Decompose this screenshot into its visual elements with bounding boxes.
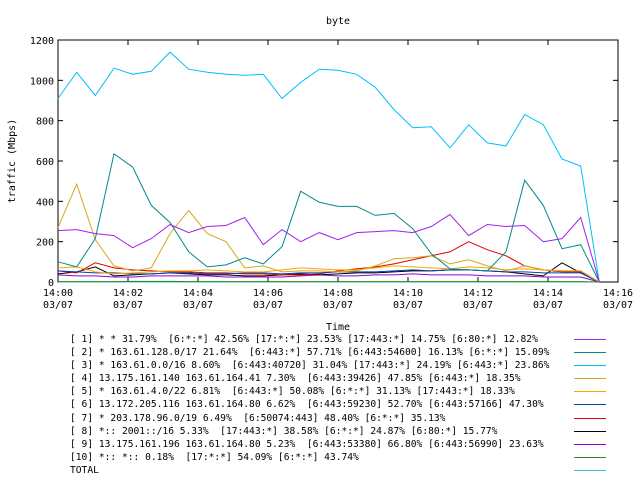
legend-swatch — [574, 378, 606, 380]
x-tick-label: 14:10 — [393, 288, 423, 299]
legend-entry: [ 7] * 203.178.96.0/19 6.49% [6:50074:44… — [70, 412, 630, 425]
legend-label: TOTAL — [70, 464, 99, 476]
legend-entry: TOTAL — [70, 464, 630, 477]
x-tick-label: 14:02 — [113, 288, 143, 299]
legend-entry: [ 3] * 163.61.0.0/16 8.60% [6:443:40720]… — [70, 359, 630, 372]
legend-swatch — [574, 404, 606, 406]
legend-label: [ 6] 13.172.205.116 163.61.164.80 6.62% … — [70, 399, 544, 411]
legend-swatch — [574, 456, 606, 458]
x-tick-label: 03/07 — [253, 300, 283, 311]
legend-entry: [ 1] * * 31.79% [6:*:*] 42.56% [17:*:*] … — [70, 333, 630, 346]
y-tick-label: 200 — [36, 238, 54, 249]
x-tick-label: 14:00 — [43, 288, 73, 299]
y-tick-label: 600 — [36, 157, 54, 168]
legend-label: [ 2] * 163.61.128.0/17 21.64% [6:443:*] … — [70, 347, 550, 359]
legend-swatch — [574, 339, 606, 340]
legend-swatch — [574, 417, 606, 419]
x-tick-label: 03/07 — [393, 300, 423, 311]
y-tick-label: 1200 — [30, 36, 54, 47]
legend-entry: [ 8] *:: 2001::/16 5.33% [17:443:*] 38.5… — [70, 425, 630, 438]
x-tick-label: 14:08 — [323, 288, 353, 299]
legend-label: [ 8] *:: 2001::/16 5.33% [17:443:*] 38.5… — [70, 425, 498, 437]
y-tick-label: 1000 — [30, 76, 54, 87]
plot-frame — [57, 39, 619, 283]
legend-label: [ 5] * 163.61.4.0/22 6.81% [6:443:*] 50.… — [70, 386, 515, 398]
legend-entry: [ 4] 13.175.161.140 163.61.164.41 7.30% … — [70, 372, 630, 385]
x-tick-label: 14:12 — [463, 288, 493, 299]
traffic-chart: byte 02004006008001000120014:0003/0714:0… — [7, 16, 633, 330]
x-tick-label: 03/07 — [323, 300, 353, 311]
x-tick-label: 03/07 — [43, 300, 73, 311]
legend-swatch — [574, 352, 606, 354]
x-tick-label: 03/07 — [463, 300, 493, 311]
x-tick-label: 14:14 — [533, 288, 563, 299]
legend-label: [ 9] 13.175.161.196 163.61.164.80 5.23% … — [70, 438, 544, 450]
legend-swatch — [574, 443, 606, 445]
x-tick-label: 03/07 — [533, 300, 563, 311]
x-tick-label: 03/07 — [603, 300, 633, 311]
series-line — [57, 182, 600, 283]
y-tick-label: 400 — [36, 197, 54, 208]
x-tick-label: 03/07 — [113, 300, 143, 311]
x-tick-label: 14:06 — [253, 288, 283, 299]
x-tick-label: 14:04 — [183, 288, 213, 299]
series-line — [57, 51, 600, 283]
legend-entry: [ 2] * 163.61.128.0/17 21.64% [6:443:*] … — [70, 346, 630, 359]
x-tick-label: 03/07 — [183, 300, 213, 311]
chart-title: byte — [326, 16, 350, 27]
y-axis-label: traffic (Mbps) — [7, 119, 18, 203]
legend-swatch — [574, 391, 606, 393]
legend: [ 1] * * 31.79% [6:*:*] 42.56% [17:*:*] … — [70, 333, 630, 477]
series-line — [57, 273, 600, 283]
legend-swatch — [574, 365, 606, 367]
legend-entry: [10] *:: *:: 0.18% [17:*:*] 54.09% [6:*:… — [70, 451, 630, 464]
legend-swatch — [574, 469, 606, 471]
legend-entry: [ 5] * 163.61.4.0/22 6.81% [6:443:*] 50.… — [70, 385, 630, 398]
x-tick-label: 14:16 — [603, 288, 633, 299]
legend-label: [ 1] * * 31.79% [6:*:*] 42.56% [17:*:*] … — [70, 334, 538, 345]
plot-area: 02004006008001000120014:0003/0714:0203/0… — [30, 36, 633, 311]
legend-label: [ 7] * 203.178.96.0/19 6.49% [6:50074:44… — [70, 412, 446, 424]
x-axis-label: Time — [326, 322, 350, 330]
legend-label: [ 3] * 163.61.0.0/16 8.60% [6:443:40720]… — [70, 360, 550, 372]
y-tick-label: 800 — [36, 117, 54, 128]
legend-swatch — [574, 430, 606, 432]
legend-label: [10] *:: *:: 0.18% [17:*:*] 54.09% [6:*:… — [70, 451, 359, 463]
legend-label: [ 4] 13.175.161.140 163.61.164.41 7.30% … — [70, 373, 521, 385]
legend-entry: [ 9] 13.175.161.196 163.61.164.80 5.23% … — [70, 438, 630, 451]
legend-entry: [ 6] 13.172.205.116 163.61.164.80 6.62% … — [70, 398, 630, 411]
